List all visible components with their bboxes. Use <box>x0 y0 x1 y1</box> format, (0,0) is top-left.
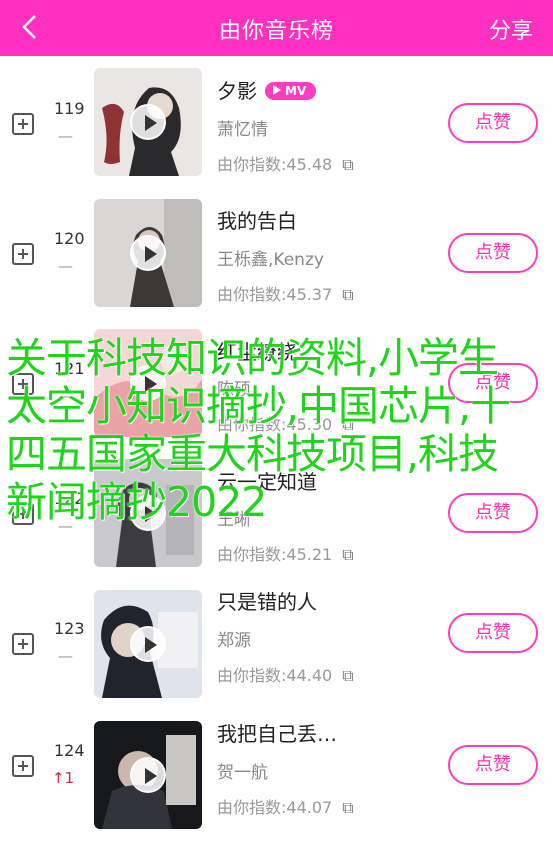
rank-number: 120 <box>54 229 85 248</box>
like-button[interactable]: 点赞 <box>448 233 538 273</box>
external-link-icon[interactable]: ⧉ <box>342 798 353 818</box>
header-bar: 由你音乐榜 分享 <box>0 0 553 56</box>
play-icon[interactable] <box>130 235 166 271</box>
play-icon[interactable] <box>130 104 166 140</box>
rank-number: 124 <box>54 741 85 760</box>
album-cover[interactable] <box>94 590 202 698</box>
artist-name: 贺一航 <box>217 763 268 783</box>
list-item[interactable]: 124 ↑1 我把自己丢… 贺一航 由你指数:44.07 ⧉ 点赞 <box>0 711 553 842</box>
album-cover[interactable] <box>94 68 202 176</box>
play-icon <box>273 85 281 95</box>
like-button[interactable]: 点赞 <box>448 745 538 785</box>
mv-badge[interactable]: MV <box>265 82 317 100</box>
play-icon[interactable] <box>130 757 166 793</box>
song-title: 只是错的人 <box>217 590 317 614</box>
add-to-playlist-icon[interactable] <box>12 755 34 777</box>
like-button[interactable]: 点赞 <box>448 613 538 653</box>
popularity-index: 由你指数:44.07 ⧉ <box>217 798 354 818</box>
popularity-index: 由你指数:45.21 ⧉ <box>217 545 354 565</box>
popularity-index: 由你指数:45.48 ⧉ <box>217 155 354 175</box>
rank-trend: — <box>58 257 73 275</box>
rank-trend: — <box>58 127 73 145</box>
external-link-icon[interactable]: ⧉ <box>342 285 353 305</box>
song-title: 我把自己丢… <box>217 722 337 746</box>
external-link-icon[interactable]: ⧉ <box>342 155 353 175</box>
share-button[interactable]: 分享 <box>489 13 533 45</box>
album-cover[interactable] <box>94 721 202 829</box>
page-title: 由你音乐榜 <box>218 19 334 44</box>
popularity-index: 由你指数:44.40 ⧉ <box>217 666 354 686</box>
add-to-playlist-icon[interactable] <box>12 633 34 655</box>
chart-page: 由你音乐榜 分享 119 — 夕影 MV 萧忆情 由你指数:45.48 ⧉ 点赞… <box>0 0 553 845</box>
rank-trend: — <box>58 647 73 665</box>
play-icon[interactable] <box>130 626 166 662</box>
list-item[interactable]: 119 — 夕影 MV 萧忆情 由你指数:45.48 ⧉ 点赞 <box>0 56 553 187</box>
list-item[interactable]: 123 — 只是错的人 郑源 由你指数:44.40 ⧉ 点赞 <box>0 580 553 711</box>
rank-trend-up: ↑1 <box>52 769 75 787</box>
artist-name: 郑源 <box>217 631 251 651</box>
artist-name: 萧忆情 <box>217 120 268 140</box>
external-link-icon[interactable]: ⧉ <box>342 545 353 565</box>
song-title: 夕影 MV <box>217 75 317 104</box>
artist-name: 王栎鑫,Kenzy <box>217 250 324 270</box>
rank-number: 123 <box>54 619 85 638</box>
like-button[interactable]: 点赞 <box>448 103 538 143</box>
rank-number: 119 <box>54 99 85 118</box>
external-link-icon[interactable]: ⧉ <box>342 666 353 686</box>
album-cover[interactable] <box>94 199 202 307</box>
popularity-index: 由你指数:45.37 ⧉ <box>217 285 354 305</box>
song-title: 我的告白 <box>217 209 297 233</box>
add-to-playlist-icon[interactable] <box>12 243 34 265</box>
overlay-watermark-text: 关于科技知识的资料,小学生太空小知识摘抄,中国芯片,十四五国家重大科技项目,科技… <box>6 334 511 526</box>
list-item[interactable]: 120 — 我的告白 王栎鑫,Kenzy 由你指数:45.37 ⧉ 点赞 <box>0 187 553 318</box>
add-to-playlist-icon[interactable] <box>12 113 34 135</box>
